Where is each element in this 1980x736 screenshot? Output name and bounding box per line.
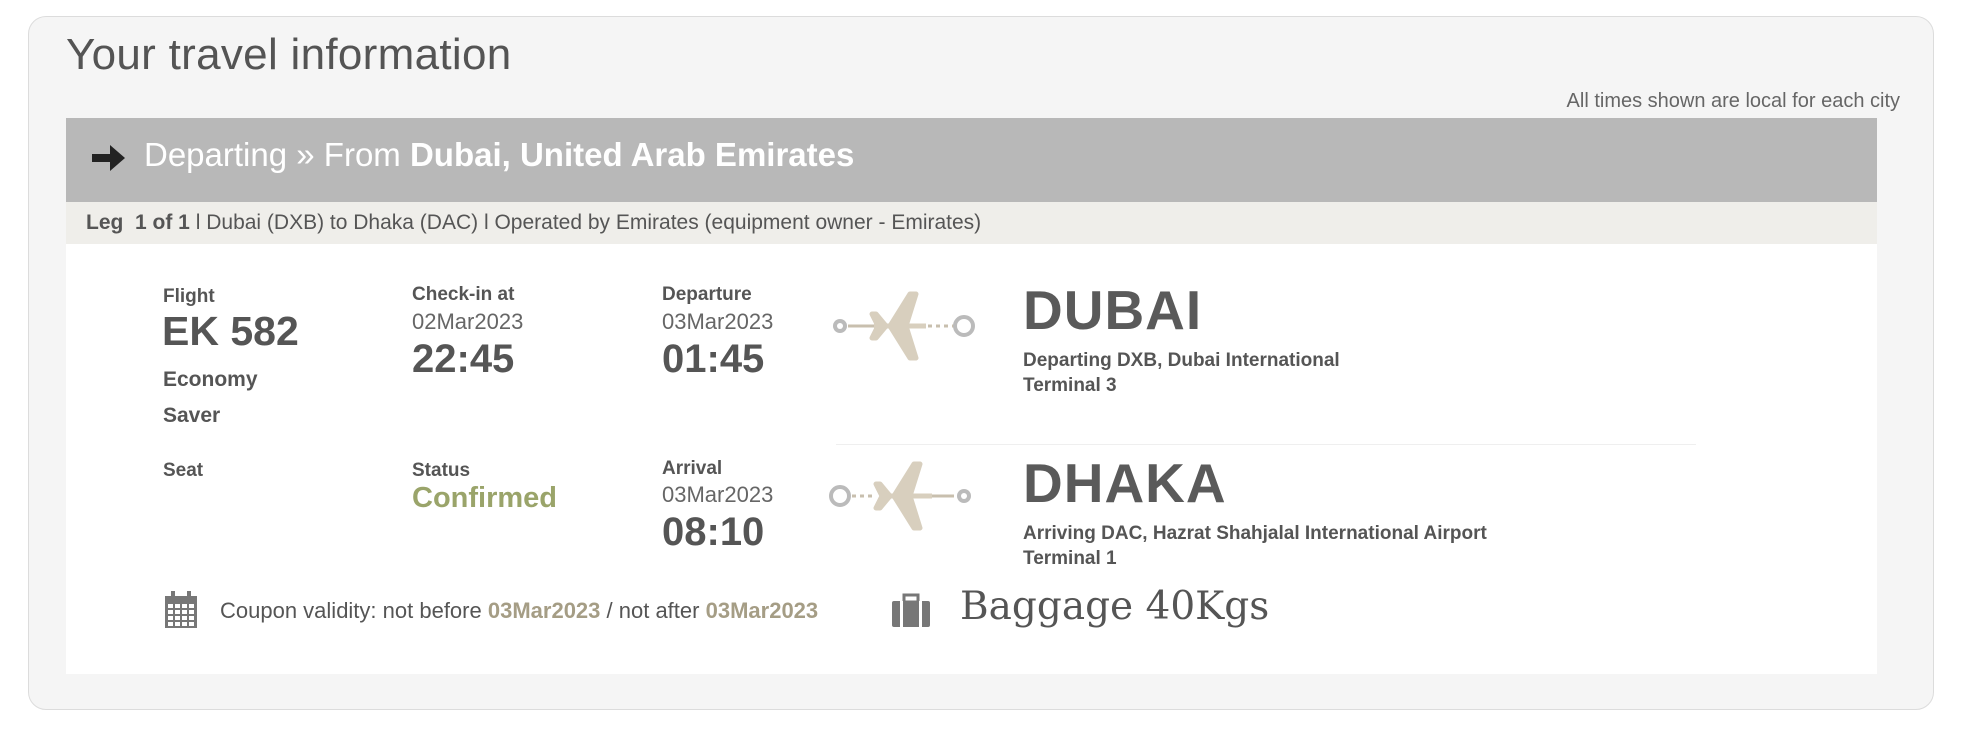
fare-line-1: Economy	[163, 368, 258, 391]
status-label: Status	[412, 460, 471, 481]
arrival-date: 03Mar2023	[662, 482, 774, 507]
page-title: Your travel information	[66, 30, 512, 79]
origin-info: Departing DXB, Dubai International Termi…	[1023, 348, 1340, 398]
plane-arriving-icon	[829, 461, 971, 531]
status-value: Confirmed	[412, 482, 557, 514]
divider	[836, 444, 1696, 445]
coupon-mid: / not after	[606, 598, 700, 623]
flight-number: EK 582	[162, 308, 299, 354]
plane-departing-icon	[833, 291, 975, 361]
departing-label: Departing	[144, 136, 288, 173]
leg-label: Leg	[86, 211, 124, 234]
coupon-prefix: Coupon validity: not before	[220, 598, 482, 623]
baggage-allowance: Baggage 40Kgs	[960, 584, 1270, 629]
checkin-label: Check-in at	[412, 284, 515, 305]
from-word: From	[323, 136, 401, 173]
destination-detail: Arriving DAC, Hazrat Shahjalal Internati…	[1023, 523, 1487, 544]
destination-city: DHAKA	[1023, 452, 1227, 514]
leg-bar: Leg 1 of 1 l Dubai (DXB) to Dhaka (DAC) …	[66, 202, 1877, 244]
origin-detail: Departing DXB, Dubai International	[1023, 350, 1340, 371]
arrival-label: Arrival	[662, 458, 723, 479]
times-note: All times shown are local for each city	[1566, 90, 1900, 112]
coupon-not-before: 03Mar2023	[487, 598, 601, 623]
suitcase-icon	[892, 593, 930, 627]
arrival-time: 08:10	[662, 510, 765, 554]
from-place: Dubai, United Arab Emirates	[409, 136, 855, 173]
departing-header-text: Departing » From Dubai, United Arab Emir…	[144, 136, 854, 174]
seat-label: Seat	[163, 460, 204, 481]
departure-label: Departure	[662, 284, 752, 305]
coupon-validity: Coupon validity: not before 03Mar2023 / …	[220, 598, 818, 624]
departure-date: 03Mar2023	[662, 309, 774, 334]
flight-label: Flight	[163, 286, 215, 307]
departure-time: 01:45	[662, 337, 765, 381]
departing-header: Departing » From Dubai, United Arab Emir…	[66, 118, 1877, 202]
leg-count: 1 of 1	[135, 211, 190, 234]
fare-class: Economy Saver	[163, 362, 258, 434]
arrow-right-icon	[92, 145, 125, 171]
checkin-time: 22:45	[412, 337, 515, 381]
header-separator: »	[296, 136, 315, 173]
checkin-date: 02Mar2023	[412, 309, 524, 334]
fare-line-2: Saver	[163, 404, 221, 427]
coupon-not-after: 03Mar2023	[705, 598, 819, 623]
flight-section: Departing » From Dubai, United Arab Emir…	[66, 118, 1877, 674]
origin-city: DUBAI	[1023, 279, 1203, 341]
destination-terminal: Terminal 1	[1023, 548, 1117, 569]
leg-details: l Dubai (DXB) to Dhaka (DAC) l Operated …	[195, 211, 982, 234]
calendar-icon	[165, 591, 197, 628]
destination-info: Arriving DAC, Hazrat Shahjalal Internati…	[1023, 521, 1487, 571]
origin-terminal: Terminal 3	[1023, 375, 1117, 396]
